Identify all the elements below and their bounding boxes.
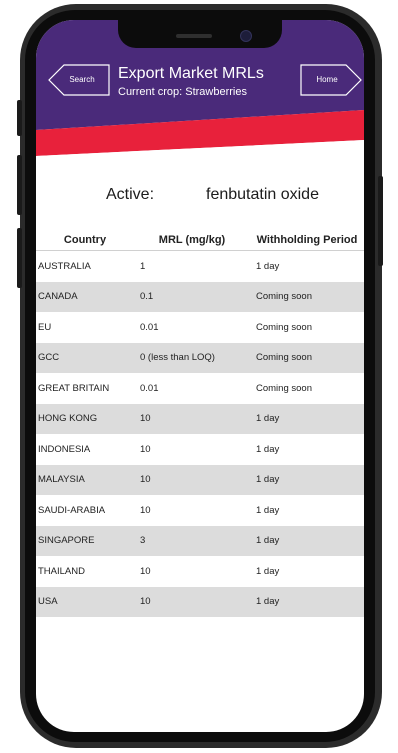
cell-country: THAILAND [38,565,85,577]
home-label: Home [316,75,338,84]
cell-withholding: 1 day [250,464,364,495]
cell-withholding: Coming soon [250,342,364,373]
app-screen: Search Export Market MRLs Current crop: … [36,20,364,732]
cell-country: CANADA [36,281,134,312]
page-subtitle: Current crop: Strawberries [118,86,247,98]
cell-withholding: 1 day [256,504,280,516]
active-value: fenbutatin oxide [206,186,319,203]
cell-withholding: 1 day [250,525,364,556]
table-row: AUSTRALIA 1 1 day [36,251,364,282]
cell-country: HONG KONG [36,403,134,434]
cell-country: INDONESIA [38,443,91,455]
table-row: SAUDI-ARABIA 10 1 day [36,495,364,526]
cell-withholding: 1 day [256,565,280,577]
cell-mrl: 0.01 [140,321,159,333]
volume-down-button [17,228,22,288]
cell-country: GREAT BRITAIN [38,382,110,394]
column-header-country: Country [36,230,134,251]
mrl-table: Country MRL (mg/kg) Withholding Period A… [36,230,364,617]
cell-mrl: 10 [140,504,151,516]
cell-withholding: Coming soon [250,281,364,312]
column-header-mrl: MRL (mg/kg) [134,230,250,251]
table-row: MALAYSIA 10 1 day [36,464,364,495]
cell-mrl: 10 [134,464,250,495]
cell-withholding: 1 day [256,260,280,272]
table-row: HONG KONG 10 1 day [36,403,364,434]
table-row: SINGAPORE 3 1 day [36,525,364,556]
cell-country: SAUDI-ARABIA [38,504,106,516]
mute-switch [17,100,22,136]
page-title: Export Market MRLs [118,65,264,82]
cell-mrl: 1 [140,260,146,272]
table-row: INDONESIA 10 1 day [36,434,364,465]
table-row: USA 10 1 day [36,586,364,617]
cell-country: MALAYSIA [36,464,134,495]
cell-mrl: 3 [134,525,250,556]
volume-up-button [17,155,22,215]
cell-mrl: 0.1 [134,281,250,312]
cell-withholding: Coming soon [256,382,312,394]
cell-country: USA [36,586,134,617]
table-header-row: Country MRL (mg/kg) Withholding Period [36,230,364,251]
table-row: GCC 0 (less than LOQ) Coming soon [36,342,364,373]
active-ingredient-row: Active: fenbutatin oxide [36,186,364,210]
notch [118,20,282,48]
cell-mrl: 10 [134,403,250,434]
table-row: THAILAND 10 1 day [36,556,364,587]
cell-mrl: 10 [134,586,250,617]
table-row: CANADA 0.1 Coming soon [36,281,364,312]
search-back-label: Search [69,75,95,84]
cell-mrl: 10 [140,565,151,577]
search-back-button[interactable]: Search [48,64,110,96]
page-title-block: Export Market MRLs Current crop: Strawbe… [118,64,288,99]
column-header-withholding: Withholding Period [250,230,364,251]
cell-country: AUSTRALIA [38,260,91,272]
home-button[interactable]: Home [300,64,362,96]
cell-withholding: 1 day [256,443,280,455]
cell-withholding: 1 day [250,586,364,617]
cell-country: EU [38,321,52,333]
camera-icon [240,30,252,42]
cell-mrl: 0 (less than LOQ) [134,342,250,373]
active-label: Active: [106,186,155,203]
cell-country: SINGAPORE [36,525,134,556]
table-row: GREAT BRITAIN 0.01 Coming soon [36,373,364,404]
speaker-grille [176,34,212,38]
cell-country: GCC [36,342,134,373]
power-button [378,176,383,266]
cell-withholding: Coming soon [256,321,312,333]
cell-mrl: 10 [140,443,151,455]
table-row: EU 0.01 Coming soon [36,312,364,343]
cell-withholding: 1 day [250,403,364,434]
cell-mrl: 0.01 [140,382,159,394]
